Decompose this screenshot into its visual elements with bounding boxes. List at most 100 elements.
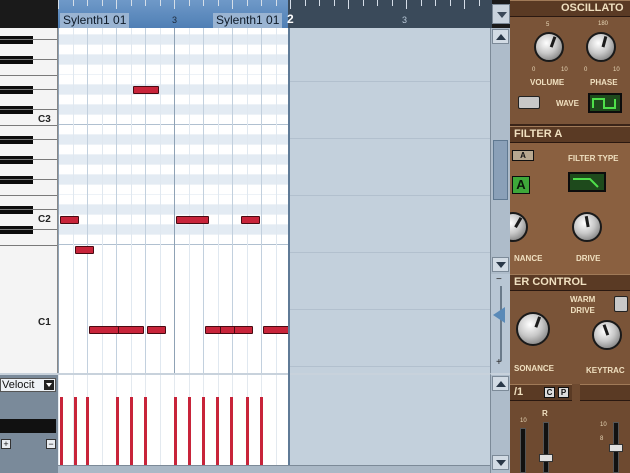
black-key[interactable] — [0, 86, 33, 94]
velocity-bar[interactable] — [144, 397, 147, 467]
grid-row[interactable] — [58, 225, 288, 235]
grid-row[interactable] — [58, 35, 288, 45]
add-lane-button[interactable]: + — [1, 439, 11, 449]
wave-display[interactable] — [588, 93, 622, 113]
keytrack-knob[interactable] — [592, 320, 622, 350]
velocity-scrollbar[interactable] — [490, 373, 510, 473]
velocity-bar[interactable] — [74, 397, 77, 467]
zoom-in-icon[interactable]: + — [496, 357, 502, 368]
grid-row[interactable] — [58, 115, 288, 125]
vertical-scrollbar[interactable] — [490, 28, 510, 274]
ruler-tick — [203, 0, 204, 6]
filter-type-label: FILTER TYPE — [568, 154, 619, 163]
remove-lane-button[interactable]: − — [46, 439, 56, 449]
grid-row[interactable] — [58, 45, 288, 55]
grid-row[interactable] — [58, 28, 288, 35]
black-key[interactable] — [0, 156, 33, 164]
grid-row[interactable] — [58, 95, 288, 105]
chevron-down-icon[interactable] — [44, 380, 54, 390]
horizontal-scrollbar[interactable] — [58, 465, 490, 473]
scroll-up-button[interactable] — [492, 29, 509, 44]
grid-row[interactable] — [58, 235, 288, 245]
velocity-bar[interactable] — [60, 397, 63, 467]
part-label[interactable]: Sylenth1 01 — [60, 13, 130, 28]
grid-row[interactable] — [58, 65, 288, 75]
filter-a-tab[interactable]: A — [512, 150, 534, 161]
black-key[interactable] — [0, 206, 33, 214]
velocity-bar[interactable] — [246, 397, 249, 467]
oscillator-title: OSCILLATO — [561, 2, 624, 14]
velocity-lane[interactable] — [58, 373, 288, 473]
grid-row[interactable] — [58, 185, 288, 195]
midi-note[interactable] — [75, 246, 94, 254]
grid-row[interactable] — [58, 55, 288, 65]
grid-row[interactable] — [58, 165, 288, 175]
grid-row[interactable] — [58, 125, 288, 135]
zoom-out-icon[interactable]: − — [496, 274, 502, 285]
midi-note[interactable] — [118, 326, 144, 334]
midi-note[interactable] — [263, 326, 288, 334]
copy-button[interactable]: C — [544, 387, 555, 398]
black-key[interactable] — [0, 226, 33, 234]
grid-row[interactable] — [58, 155, 288, 165]
midi-note[interactable] — [241, 216, 260, 224]
part-label[interactable]: Sylenth1 01 — [213, 13, 283, 28]
black-key[interactable] — [0, 136, 33, 144]
grid-row[interactable] — [58, 85, 288, 95]
velocity-bar[interactable] — [174, 397, 177, 467]
midi-note[interactable] — [176, 216, 209, 224]
midi-note[interactable] — [133, 86, 159, 94]
oscillator-toggle-button[interactable] — [518, 96, 540, 109]
velocity-bar[interactable] — [202, 397, 205, 467]
vertical-zoom-slider[interactable]: − + — [490, 274, 510, 373]
grid-row[interactable] — [58, 195, 288, 205]
midi-note[interactable] — [147, 326, 166, 334]
piano-keyboard[interactable]: C3 C2 C1 — [0, 28, 58, 373]
velocity-empty-area[interactable] — [290, 373, 490, 473]
resonance-knob[interactable] — [510, 212, 528, 242]
paste-button[interactable]: P — [558, 387, 569, 398]
piano-roll-empty-area[interactable] — [290, 28, 490, 373]
scroll-up-button[interactable] — [492, 376, 509, 391]
velocity-bar[interactable] — [188, 397, 191, 467]
scroll-thumb[interactable] — [493, 140, 508, 200]
velocity-bar[interactable] — [86, 397, 89, 467]
ruler-dropdown-button[interactable] — [492, 4, 510, 24]
velocity-bar[interactable] — [130, 397, 133, 467]
scroll-down-button[interactable] — [492, 257, 509, 272]
controller-lane-select[interactable]: Velocit — [0, 378, 56, 392]
zoom-handle[interactable] — [493, 307, 505, 323]
velocity-bar[interactable] — [116, 397, 119, 467]
grid-row[interactable] — [58, 75, 288, 85]
ruler-tick — [334, 0, 335, 6]
timeline-ruler[interactable]: Sylenth1 01 3 Sylenth1 01 2 3 — [58, 0, 492, 28]
release-fader[interactable] — [539, 454, 553, 462]
black-key[interactable] — [0, 106, 33, 114]
warm-drive-toggle[interactable] — [614, 296, 628, 312]
piano-roll-grid[interactable] — [58, 28, 288, 373]
black-key[interactable] — [0, 56, 33, 64]
daw-window: Sylenth1 01 3 Sylenth1 01 2 3 C3 C2 C1 −… — [0, 0, 630, 473]
filter-type-display[interactable] — [568, 172, 606, 192]
volume-knob[interactable] — [534, 32, 564, 62]
grid-line — [102, 375, 103, 473]
drive-knob[interactable] — [572, 212, 602, 242]
fader-cap[interactable] — [609, 444, 623, 452]
grid-row[interactable] — [58, 175, 288, 185]
filter-select-display[interactable]: A — [512, 176, 530, 194]
black-key[interactable] — [0, 176, 33, 184]
phase-knob[interactable] — [586, 32, 616, 62]
resonance-knob[interactable] — [516, 312, 550, 346]
black-key[interactable] — [0, 36, 33, 44]
velocity-bar[interactable] — [216, 397, 219, 467]
grid-row[interactable] — [58, 145, 288, 155]
velocity-bar[interactable] — [230, 397, 233, 467]
ruler-tick — [377, 0, 378, 6]
grid-row[interactable] — [58, 205, 288, 215]
grid-row[interactable] — [58, 135, 288, 145]
scroll-down-button[interactable] — [492, 455, 509, 470]
grid-row[interactable] — [58, 105, 288, 115]
midi-note[interactable] — [234, 326, 253, 334]
midi-note[interactable] — [60, 216, 79, 224]
velocity-bar[interactable] — [260, 397, 263, 467]
